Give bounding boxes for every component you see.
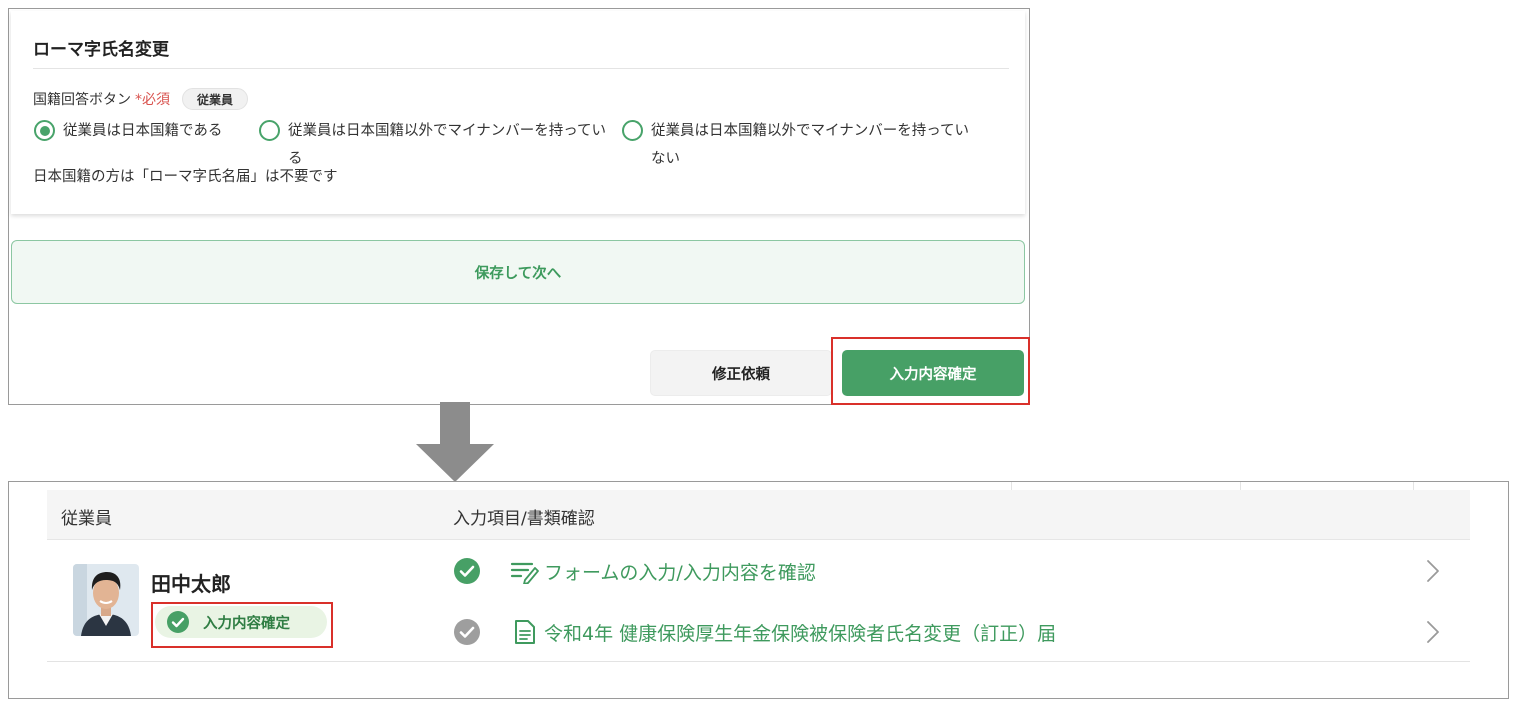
form-card: ローマ字氏名変更 国籍回答ボタン *必須 従業員 従業員は日本国籍である 従業員… [11,11,1025,214]
save-and-next-button[interactable]: 保存して次へ [11,240,1025,304]
down-arrow-icon [416,402,494,482]
radio-label: 従業員は日本国籍である [63,123,223,139]
divider [1011,482,1012,490]
form-panel: ローマ字氏名変更 国籍回答ボタン *必須 従業員 従業員は日本国籍である 従業員… [8,8,1030,405]
table-header: 従業員 入力項目/書類確認 [47,490,1470,540]
task-link[interactable]: 令和4年 健康保険厚生年金保険被保険者氏名変更（訂正）届 [544,619,1056,646]
radio-label: 従業員は日本国籍以外でマイナンバーを持っていない [651,123,969,167]
role-tag: 従業員 [182,88,249,110]
column-header-employee: 従業員 [61,509,112,529]
field-label-row: 国籍回答ボタン *必須 従業員 [33,88,249,110]
radio-unselected-icon[interactable] [259,120,280,141]
chevron-right-icon[interactable] [1425,558,1441,584]
status-label: 入力内容確定 [203,615,290,632]
form-edit-icon [510,562,539,584]
employee-table-panel: 従業員 入力項目/書類確認 田中太郎 入力内容確定 フォームの入力/入力内容を確… [8,481,1509,699]
document-icon [515,620,535,644]
column-header-items: 入力項目/書類確認 [453,509,595,529]
divider [1413,482,1414,490]
employee-name[interactable]: 田中太郎 [151,568,231,597]
status-badge: 入力内容確定 [155,606,327,638]
radio-selected-icon[interactable] [34,120,55,141]
check-circle-icon [454,558,480,584]
divider [1240,482,1241,490]
check-circle-icon [454,619,480,645]
section-title: ローマ字氏名変更 [33,40,169,60]
radio-unselected-icon[interactable] [622,120,643,141]
task-row-document[interactable]: 令和4年 健康保険厚生年金保険被保険者氏名変更（訂正）届 [454,617,1056,647]
avatar [73,564,139,636]
required-mark: *必須 [135,92,170,108]
task-link[interactable]: フォームの入力/入力内容を確認 [544,558,816,585]
row-divider [47,661,1470,662]
confirm-input-button[interactable]: 入力内容確定 [842,350,1024,396]
task-row-form[interactable]: フォームの入力/入力内容を確認 [454,556,816,586]
chevron-right-icon[interactable] [1425,619,1441,645]
helper-note: 日本国籍の方は「ローマ字氏名届」は不要です [33,169,338,185]
check-circle-icon [167,611,189,633]
field-label: 国籍回答ボタン [33,92,131,108]
request-revision-button[interactable]: 修正依頼 [650,350,832,396]
title-divider [33,68,1009,69]
radio-option-foreign-without-mynumber[interactable]: 従業員は日本国籍以外でマイナンバーを持っていない [622,117,972,173]
radio-option-japanese[interactable]: 従業員は日本国籍である [34,117,222,145]
